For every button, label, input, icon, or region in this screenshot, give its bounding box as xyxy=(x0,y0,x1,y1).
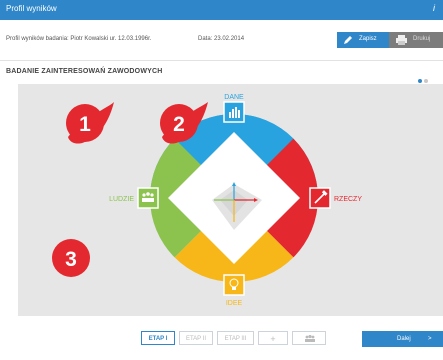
bulb-icon[interactable] xyxy=(223,274,245,296)
people-icon xyxy=(305,335,315,342)
next-label: Dalej xyxy=(397,336,411,342)
tab-etap-3[interactable]: ETAP III xyxy=(217,331,254,345)
label-dane: DANE xyxy=(224,94,244,101)
badge-3: 3 xyxy=(52,239,90,277)
label-ludzie: LUDZIE xyxy=(109,196,134,203)
tab-people[interactable] xyxy=(292,331,326,345)
svg-text:2: 2 xyxy=(173,113,185,136)
svg-text:1: 1 xyxy=(79,113,91,136)
svg-text:3: 3 xyxy=(65,248,77,271)
tab-etap-2[interactable]: ETAP II xyxy=(179,331,213,345)
label-idee: IDEE xyxy=(226,300,243,307)
badge-1: 1 xyxy=(66,102,114,144)
tab-etap-1[interactable]: ETAP I xyxy=(141,331,175,345)
chevron-right-icon: > xyxy=(428,336,432,342)
label-rzeczy: RZECZY xyxy=(334,196,362,203)
interest-wheel: DANE RZECZY IDEE LUDZIE 1 2 3 xyxy=(52,94,362,307)
tab-plus[interactable]: + xyxy=(258,331,288,345)
next-button[interactable]: Dalej > xyxy=(362,331,443,347)
